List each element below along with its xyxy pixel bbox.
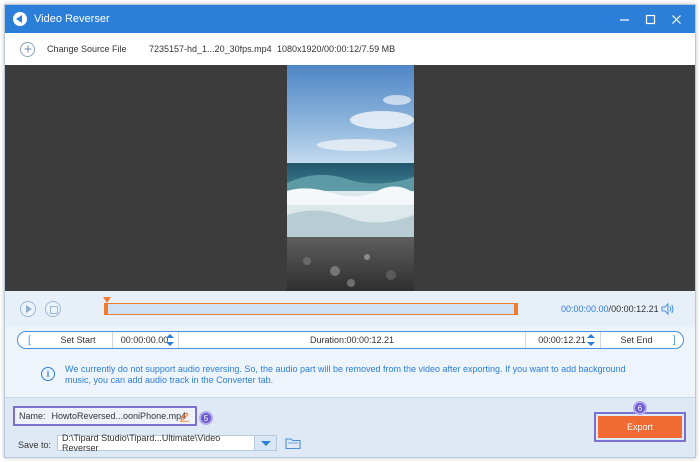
total-time: 00:00:12.21 <box>611 304 659 314</box>
step-6-badge: 6 <box>633 401 647 415</box>
video-frame-beach <box>287 65 414 291</box>
video-reverser-window: Video Reverser Change Source File 723515… <box>4 4 696 458</box>
audio-notice-text: We currently do not support audio revers… <box>65 364 626 385</box>
stop-button[interactable] <box>45 301 61 317</box>
set-end-button[interactable]: Set End <box>600 332 672 348</box>
start-time-stepper[interactable] <box>166 334 174 346</box>
export-highlight: Export <box>594 412 686 442</box>
timeline-bar: 00:00:00.00/00:00:12.21 <box>5 291 695 327</box>
source-file-name: 7235157-hd_1...20_30fps.mp4 <box>149 44 272 54</box>
save-to-label: Save to: <box>18 440 52 450</box>
clip-range-row: [ Set Start 00:00:00.00 Duration:00:00:1… <box>17 331 684 349</box>
window-controls <box>611 5 689 33</box>
close-icon[interactable] <box>663 5 689 33</box>
step-5-badge: 5 <box>199 411 213 425</box>
app-logo-icon <box>13 12 27 26</box>
window-title: Video Reverser <box>34 13 110 25</box>
bracket-left-icon: [ <box>28 334 31 346</box>
name-value[interactable]: HowtoReversed...ooniPhone.mp4 <box>52 411 187 421</box>
minimize-icon[interactable] <box>611 5 637 33</box>
clip-range-track[interactable] <box>104 303 518 315</box>
volume-icon[interactable] <box>661 302 675 319</box>
video-preview <box>5 65 695 291</box>
output-panel: Name: HowtoReversed...ooniPhone.mp4 5 Sa… <box>5 397 695 457</box>
time-readout: 00:00:00.00/00:00:12.21 <box>561 304 659 314</box>
end-time-stepper[interactable] <box>587 334 595 346</box>
name-label: Name: <box>19 411 46 421</box>
change-source-file-button[interactable]: Change Source File <box>20 41 127 57</box>
range-end-handle[interactable] <box>514 303 518 315</box>
export-button[interactable]: Export <box>598 416 682 438</box>
audio-notice: i We currently do not support audio reve… <box>41 364 641 386</box>
open-folder-icon[interactable] <box>285 436 301 453</box>
duration-display: Duration:00:00:12.21 <box>178 332 526 348</box>
pencil-edit-icon[interactable] <box>179 411 190 424</box>
bracket-right-icon: ] <box>673 334 676 346</box>
end-time-field[interactable]: 00:00:12.21 <box>530 332 594 348</box>
change-source-label: Change Source File <box>47 44 127 54</box>
plus-circle-icon <box>20 41 35 57</box>
output-name-field[interactable]: Name: HowtoReversed...ooniPhone.mp4 <box>13 406 197 426</box>
range-start-handle[interactable] <box>104 303 108 315</box>
source-info-bar: Change Source File 7235157-hd_1...20_30f… <box>5 33 695 65</box>
save-path-dropdown-button[interactable] <box>255 435 277 451</box>
maximize-icon[interactable] <box>637 5 663 33</box>
title-bar: Video Reverser <box>5 5 695 33</box>
set-start-button[interactable]: Set Start <box>47 332 109 348</box>
play-button[interactable] <box>20 301 36 317</box>
source-file-meta: 1080x1920/00:00:12/7.59 MB <box>277 44 396 54</box>
info-icon: i <box>41 367 55 381</box>
save-path-field[interactable]: D:\Tipard Studio\Tipard...Ultimate\Video… <box>57 433 255 453</box>
current-time: 00:00:00.00 <box>561 304 609 314</box>
